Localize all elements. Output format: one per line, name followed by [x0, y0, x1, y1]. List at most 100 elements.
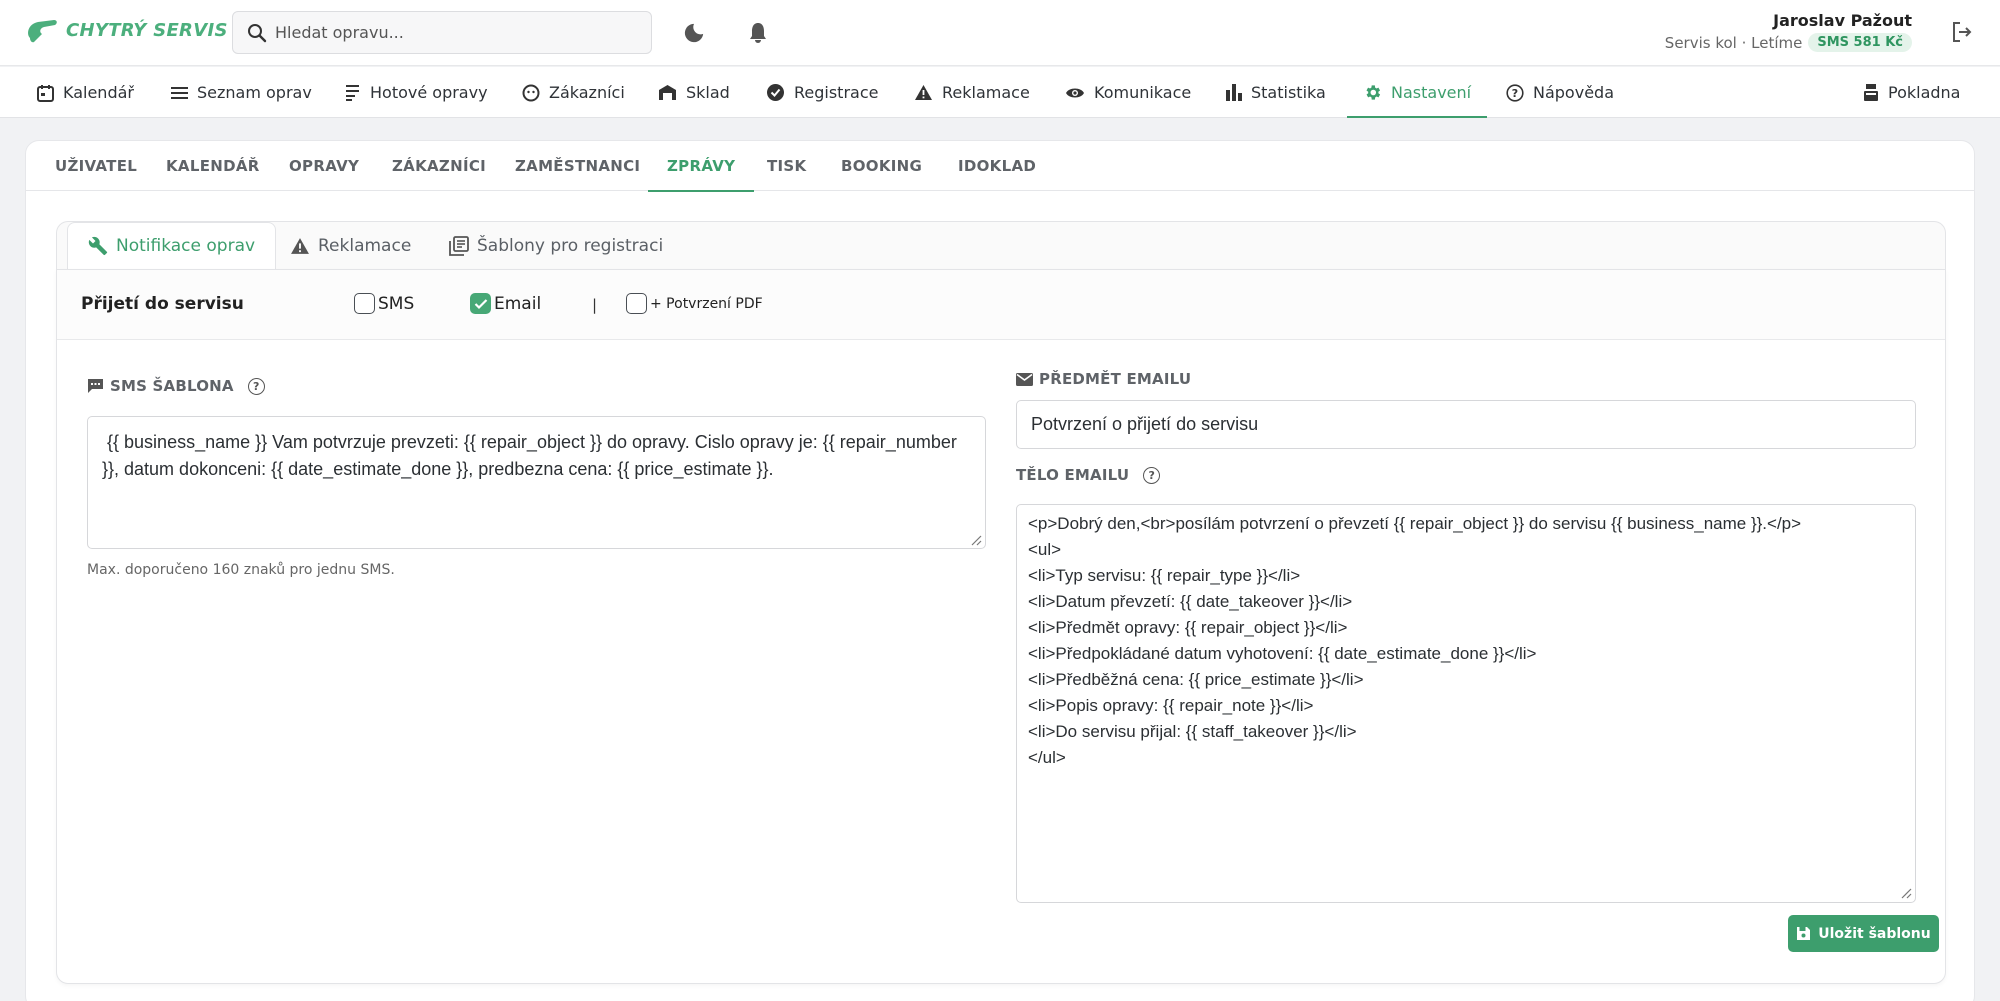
help-icon[interactable]: ?: [1143, 466, 1161, 484]
tab-registration-templates[interactable]: Šablony pro registraci: [449, 222, 663, 270]
notifications-button[interactable]: [744, 19, 772, 47]
nav-item-customers[interactable]: Zákazníci: [522, 67, 625, 118]
resize-handle-icon[interactable]: [1900, 887, 1912, 899]
face-icon: [522, 84, 540, 101]
nav-item-help[interactable]: ? Nápověda: [1506, 67, 1614, 118]
nav-label: Statistika: [1251, 83, 1326, 102]
user-subtitle-row: Servis kol · Letíme SMS 581 Kč: [1665, 33, 1912, 52]
sms-template-textarea[interactable]: {{ business_name }} Vam potvrzuje prevze…: [87, 416, 986, 549]
nav-label: Nápověda: [1533, 83, 1614, 102]
email-body-label: TĚLO EMAILU ?: [1016, 466, 1161, 484]
checkbox-label: Email: [494, 293, 542, 314]
user-name: Jaroslav Pažout: [1773, 11, 1912, 30]
nav-label: Komunikace: [1094, 83, 1192, 102]
nav-item-calendar[interactable]: Kalendář: [37, 67, 134, 118]
separator: |: [592, 296, 598, 314]
nav-label: Sklad: [686, 83, 730, 102]
save-template-button[interactable]: Uložit šablonu: [1788, 915, 1939, 952]
check-icon: [474, 298, 487, 309]
tab-employees[interactable]: ZAMĚSTNANCI: [515, 141, 640, 191]
wrench-icon: [88, 236, 108, 256]
nav-item-cash-register[interactable]: Pokladna: [1863, 67, 1960, 118]
help-icon: ?: [1506, 83, 1524, 102]
main-navigation: Kalendář Seznam oprav Hotové opravy Záka…: [0, 67, 2000, 118]
logo-text: CHYTRÝ SERVIS: [66, 19, 228, 41]
tab-customers[interactable]: ZÁKAZNÍCI: [392, 141, 486, 191]
library-icon: [449, 236, 469, 256]
nav-item-registration[interactable]: Registrace: [766, 67, 878, 118]
resize-handle-icon[interactable]: [970, 534, 982, 546]
gear-icon: [1366, 85, 1381, 100]
messages-section: Notifikace oprav Reklamace Šablony pro r…: [56, 221, 1946, 986]
settings-tabs: UŽIVATEL KALENDÁŘ OPRAVY ZÁKAZNÍCI ZAMĚS…: [26, 141, 1974, 192]
nav-item-statistics[interactable]: Statistika: [1226, 67, 1326, 118]
nav-label: Pokladna: [1888, 83, 1961, 102]
tab-complaints-templates[interactable]: Reklamace: [290, 222, 411, 270]
mail-icon: [1016, 372, 1033, 386]
verified-icon: [767, 84, 784, 101]
calendar-icon: [37, 84, 54, 102]
email-checkbox[interactable]: Email: [470, 293, 541, 314]
tab-booking[interactable]: BOOKING: [841, 141, 922, 191]
pdf-confirmation-checkbox[interactable]: + Potvrzení PDF: [626, 293, 763, 314]
sms-checkbox[interactable]: SMS: [354, 293, 414, 314]
moon-icon: [684, 23, 704, 43]
tab-print[interactable]: TISK: [767, 141, 806, 191]
tab-repairs[interactable]: OPRAVY: [289, 141, 359, 191]
checkbox-box[interactable]: [626, 293, 647, 314]
nav-item-finished-repairs[interactable]: Hotové opravy: [345, 67, 488, 118]
tab-idoklad[interactable]: IDOKLAD: [958, 141, 1036, 191]
sms-template-label: SMS ŠABLONA ?: [87, 377, 265, 395]
chat-icon: [88, 379, 103, 393]
sms-balance-badge: SMS 581 Kč: [1808, 33, 1912, 52]
app-logo[interactable]: CHYTRÝ SERVIS: [24, 16, 228, 44]
top-header: CHYTRÝ SERVIS Jaroslav Pažout Servis kol…: [0, 0, 2000, 66]
nav-label: Reklamace: [942, 83, 1030, 102]
section-title: Přijetí do servisu: [81, 294, 244, 314]
search-input[interactable]: [275, 23, 635, 42]
field-label-text: SMS ŠABLONA: [110, 377, 234, 395]
nav-item-warehouse[interactable]: Sklad: [658, 67, 730, 118]
tab-user[interactable]: UŽIVATEL: [55, 141, 137, 191]
warning-icon: [915, 85, 932, 100]
nav-item-settings[interactable]: Nastavení: [1346, 67, 1488, 118]
warning-icon: [291, 238, 309, 254]
logout-button[interactable]: [1950, 20, 1974, 48]
help-icon[interactable]: ?: [247, 377, 265, 395]
tab-messages[interactable]: ZPRÁVY: [647, 141, 755, 192]
bell-icon: [750, 23, 766, 43]
nav-item-repairs-list[interactable]: Seznam oprav: [171, 67, 312, 118]
search-icon: [248, 23, 267, 42]
field-label-text: TĚLO EMAILU: [1016, 466, 1130, 484]
checklist-icon: [346, 84, 359, 101]
nav-label: Hotové opravy: [370, 83, 488, 102]
nav-item-complaints[interactable]: Reklamace: [914, 67, 1030, 118]
checkbox-box-checked[interactable]: [470, 293, 491, 314]
button-label: Uložit šablonu: [1818, 925, 1931, 942]
checkbox-label: SMS: [378, 293, 415, 314]
nav-item-communication[interactable]: Komunikace: [1065, 67, 1191, 118]
bar-chart-icon: [1226, 84, 1242, 101]
nav-label: Seznam oprav: [197, 83, 312, 102]
notification-row-header: Přijetí do servisu SMS Email | + Potvrze…: [57, 270, 1945, 340]
sms-hint: Max. doporučeno 160 znaků pro jednu SMS.: [87, 562, 395, 578]
search-box[interactable]: [232, 11, 652, 54]
tab-label: Notifikace oprav: [116, 236, 256, 256]
tab-repair-notifications[interactable]: Notifikace oprav: [67, 222, 277, 270]
checkbox-label: + Potvrzení PDF: [650, 295, 763, 312]
warehouse-icon: [659, 85, 676, 100]
tab-label: Šablony pro registraci: [477, 236, 664, 256]
business-name: Servis kol · Letíme: [1664, 33, 1803, 52]
tab-calendar[interactable]: KALENDÁŘ: [166, 141, 260, 191]
email-subject-input[interactable]: [1016, 400, 1916, 449]
nav-label: Registrace: [794, 83, 879, 102]
field-label-text: PŘEDMĚT EMAILU: [1039, 370, 1192, 388]
checkbox-box[interactable]: [354, 293, 375, 314]
nav-label: Nastavení: [1391, 83, 1472, 102]
svg-text:?: ?: [1512, 87, 1518, 100]
user-info: Jaroslav Pažout Servis kol · Letíme SMS …: [1665, 11, 1912, 52]
nav-label: Zákazníci: [549, 83, 625, 102]
list-icon: [171, 86, 188, 99]
email-body-textarea[interactable]: <p>Dobrý den,<br>posílám potvrzení o pře…: [1016, 504, 1916, 903]
dark-mode-toggle[interactable]: [680, 19, 708, 47]
